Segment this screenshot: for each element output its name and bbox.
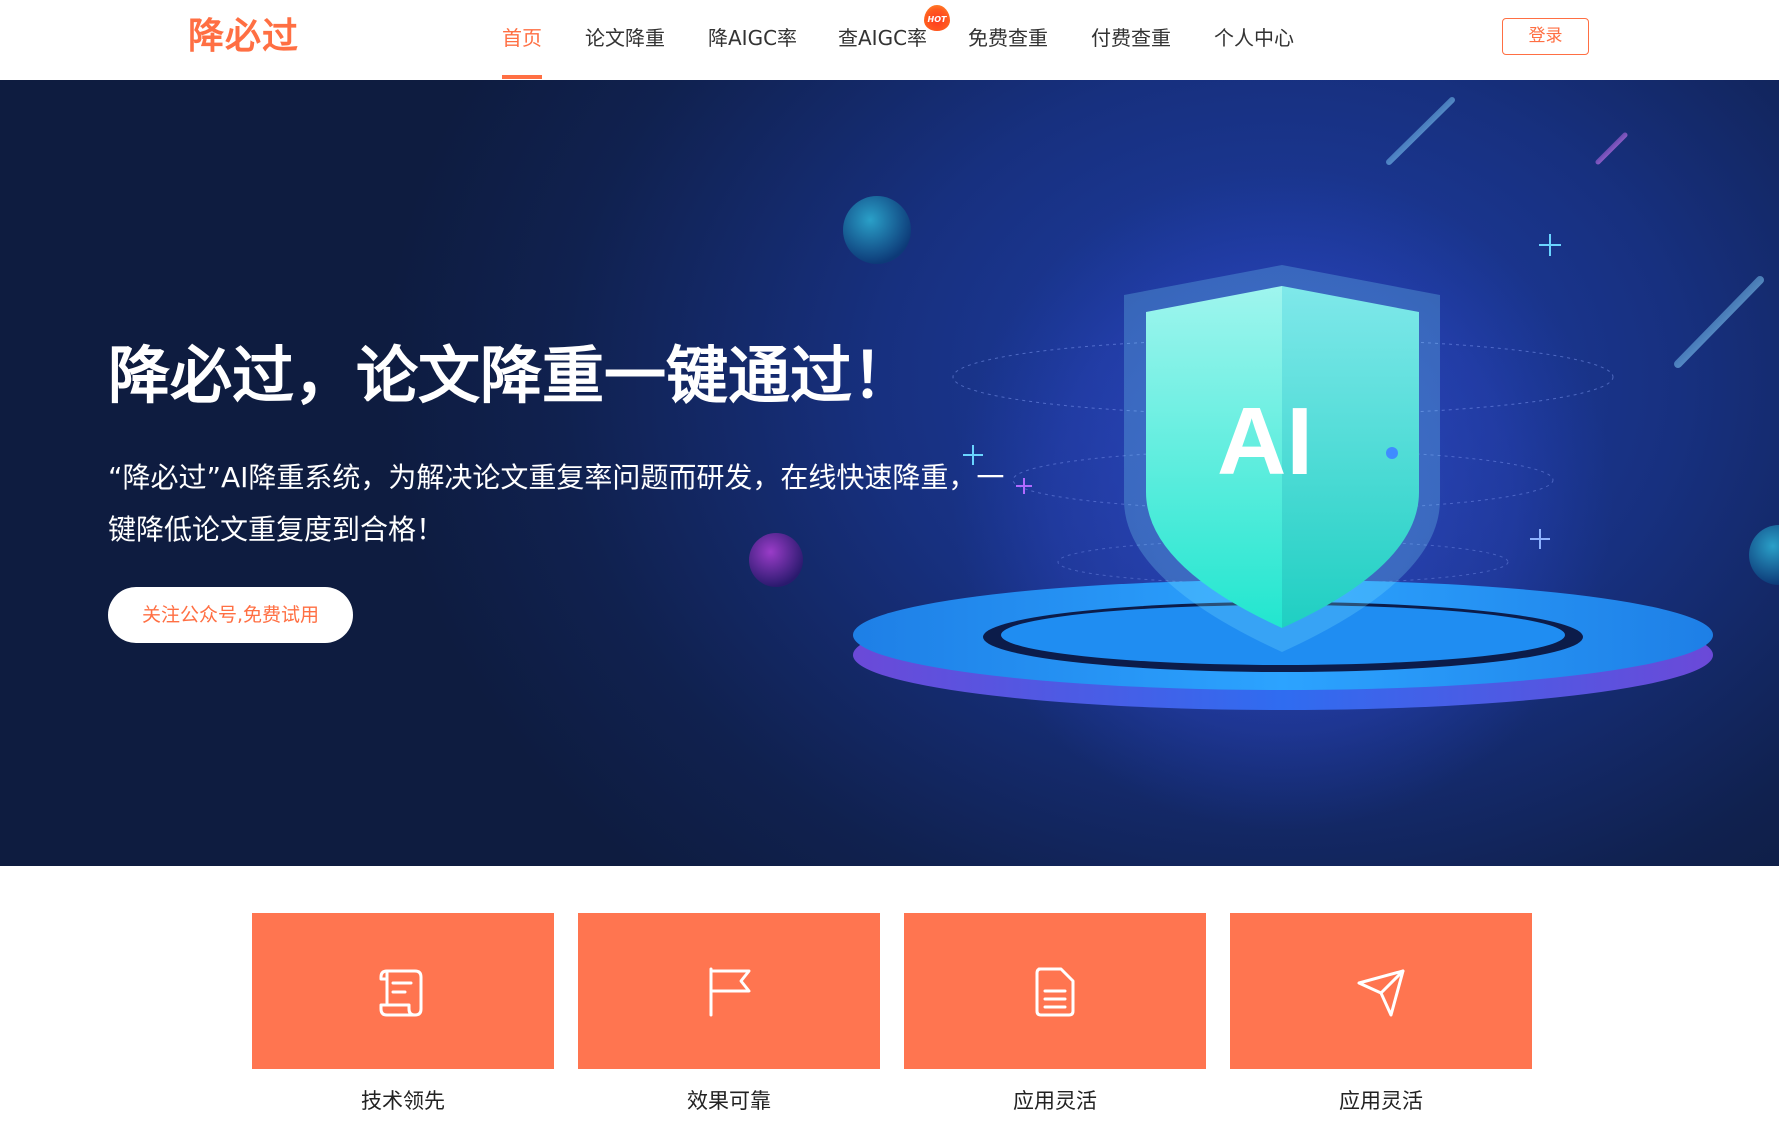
feature-box[interactable] — [904, 913, 1206, 1069]
features-section: 技术领先 效果可靠 应用灵活 应用灵活 — [0, 866, 1779, 1132]
active-nav-indicator — [502, 75, 542, 79]
shield-ai-text: AI — [1217, 388, 1313, 495]
follow-trial-button[interactable]: 关注公众号,免费试用 — [108, 587, 353, 643]
hot-badge: HOT — [924, 5, 950, 31]
feature-box[interactable] — [578, 913, 880, 1069]
document-icon — [1035, 967, 1075, 1017]
sparkle — [1539, 234, 1561, 256]
feature-label: 技术领先 — [361, 1089, 445, 1113]
login-button[interactable]: 登录 — [1502, 18, 1589, 55]
nav-item-reduce-aigc[interactable]: 降AIGC率 — [708, 24, 797, 52]
feature-card-flexible[interactable]: 应用灵活 — [904, 913, 1206, 1115]
feature-label: 效果可靠 — [687, 1089, 771, 1113]
hero-banner: AI 降必过，论文降重一键通过！ “降必过”AI降重系统，为解决论文重复率问题而… — [0, 80, 1779, 866]
feature-box[interactable] — [1230, 913, 1532, 1069]
flag-icon — [709, 967, 751, 1017]
meteor — [1386, 97, 1455, 165]
meteor — [1595, 132, 1628, 165]
feature-card-flexible-2[interactable]: 应用灵活 — [1230, 913, 1532, 1115]
feature-card-reliable[interactable]: 效果可靠 — [578, 913, 880, 1115]
hero-title: 降必过，论文降重一键通过！ — [108, 339, 915, 412]
feature-label: 应用灵活 — [1013, 1089, 1097, 1113]
floating-orb — [1749, 525, 1779, 585]
feature-card-tech[interactable]: 技术领先 — [252, 913, 554, 1115]
hero-description: “降必过”AI降重系统，为解决论文重复率问题而研发，在线快速降重，一键降低论文重… — [108, 461, 1005, 546]
nav-item-user-center[interactable]: 个人中心 — [1214, 24, 1294, 52]
scroll-icon — [379, 969, 423, 1017]
nav-item-paper-rewrite[interactable]: 论文降重 — [585, 24, 665, 52]
nav-item-home[interactable]: 首页 — [502, 24, 542, 52]
send-icon — [1357, 969, 1405, 1017]
nav-item-check-aigc[interactable]: 查AIGC率 — [838, 24, 927, 52]
floating-orb — [843, 196, 911, 264]
nav-item-paid-check[interactable]: 付费查重 — [1091, 24, 1171, 52]
nav-item-free-check[interactable]: 免费查重 — [968, 24, 1048, 52]
meteor — [1674, 276, 1764, 368]
site-header: 降必过 首页 论文降重 降AIGC率 查AIGC率 HOT 免费查重 付费查重 … — [0, 0, 1779, 80]
floating-dot — [1386, 447, 1398, 459]
feature-box[interactable] — [252, 913, 554, 1069]
feature-label: 应用灵活 — [1339, 1089, 1423, 1113]
